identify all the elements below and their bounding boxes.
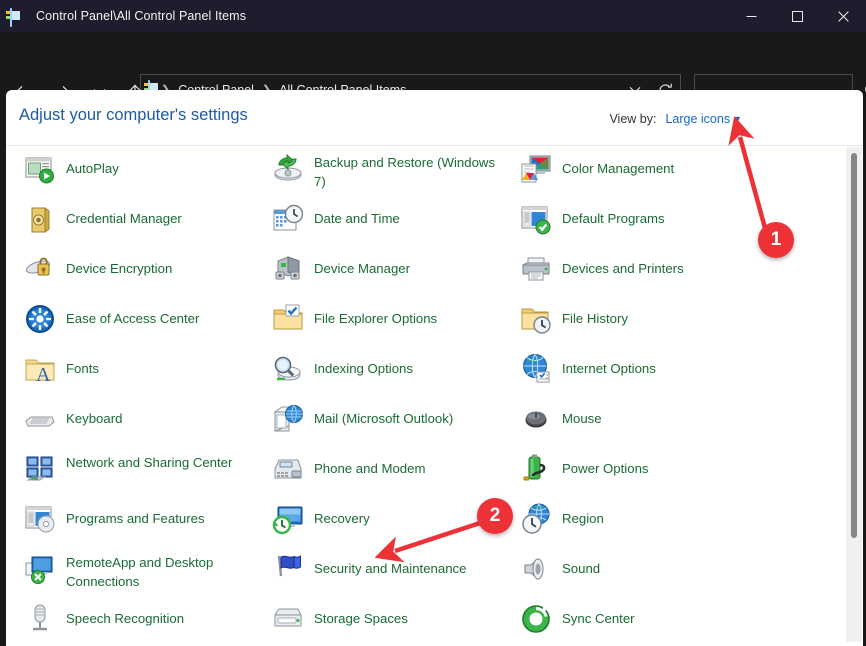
control-panel-window: Control Panel\All Control Panel Items bbox=[0, 0, 866, 646]
annotation-badge-2: 2 bbox=[477, 498, 513, 534]
annotation-arrow-2 bbox=[0, 0, 866, 646]
